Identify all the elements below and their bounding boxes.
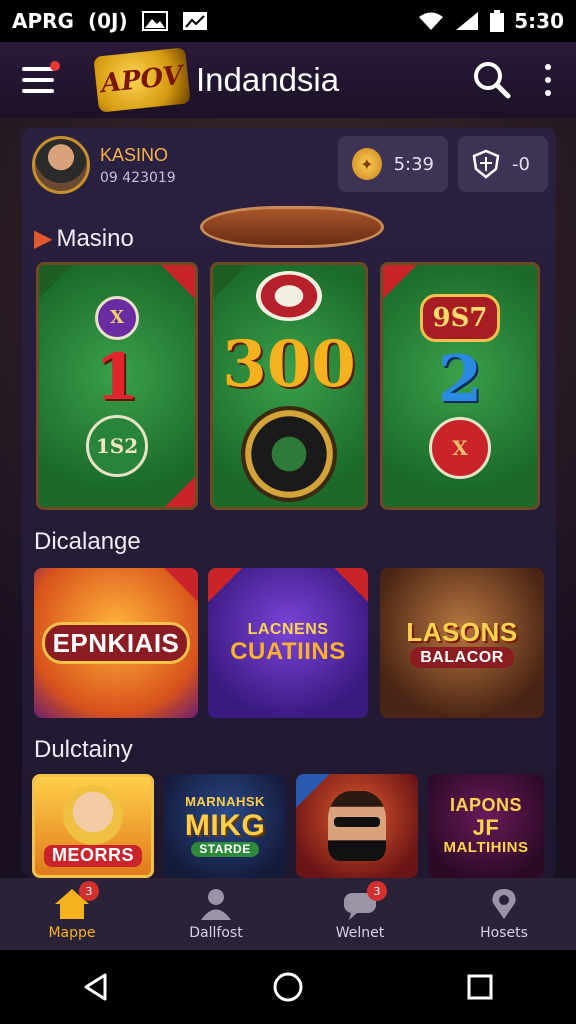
signal-icon (456, 12, 479, 30)
game-card-mikg[interactable]: MARNAHSK MIKG STARDE (164, 774, 286, 878)
card-title-line2: CUATIINS (230, 637, 346, 665)
game-card-table-2[interactable]: 9S7 2 X (380, 262, 540, 510)
character-portrait (63, 785, 123, 846)
nav-label: Dallfost (189, 925, 243, 941)
recents-icon (467, 974, 493, 1000)
table-plate: 9S7 (419, 293, 501, 342)
coin-icon: ✦ (352, 148, 382, 180)
card-title: MEORRS (43, 845, 142, 867)
user-profile[interactable]: KASINO 09 423019 (32, 136, 176, 194)
nav-label: Hosets (480, 925, 528, 941)
circle-home-icon (273, 972, 303, 1002)
shield-value: -0 (512, 153, 530, 175)
game-card-table-300[interactable]: 300 (210, 262, 368, 510)
app-title: Indandsia (196, 61, 340, 98)
game-card-meorrs[interactable]: MEORRS (32, 774, 154, 878)
clock: 5:30 (514, 9, 564, 33)
chip-label: 1S2 (86, 414, 148, 477)
section-title-dulctainy: Dulctainy (34, 736, 133, 763)
chip-stack (256, 270, 322, 321)
nav-item-welnet[interactable]: 3 Welnet (305, 881, 415, 941)
sunglasses-icon (334, 817, 380, 827)
nav-label: Mappe (48, 925, 96, 941)
shield-balance[interactable]: -0 (458, 136, 548, 192)
game-card-epnkiais[interactable]: EPNKIAIS (34, 568, 198, 718)
app-logo: APOV (93, 47, 191, 113)
character-portrait (328, 791, 386, 861)
app-header: APOV Indandsia (0, 42, 576, 118)
card-title-line2: MIKG (184, 809, 266, 843)
nav-badge: 3 (79, 881, 99, 901)
card-title-line3: STARDE (191, 842, 259, 858)
home-button[interactable] (268, 967, 308, 1007)
coin-balance[interactable]: ✦ 5:39 (338, 136, 448, 192)
profile-id: 09 423019 (100, 169, 176, 186)
status-indicator: (0J) (87, 9, 128, 33)
search-button[interactable] (472, 60, 512, 100)
game-card-maltihins[interactable]: IAPONS JF MALTIHINS (428, 774, 544, 878)
battery-icon (490, 10, 505, 32)
card-title-line2: JF (472, 814, 500, 840)
section-title-masino: ▶ Masino (34, 224, 134, 253)
nav-badge: 3 (367, 881, 387, 901)
user-icon (201, 889, 231, 920)
table-number: 2 (437, 341, 483, 417)
search-icon (474, 62, 511, 99)
game-card-table-1[interactable]: X 1 1S2 (36, 262, 198, 510)
avatar (32, 136, 90, 194)
section-title-dicalange: Dicalange (34, 528, 141, 555)
back-icon (84, 973, 107, 1001)
card-title-line1: IAPONS (449, 794, 522, 815)
chip-label: X (429, 416, 491, 479)
card-title-line1: MARNAHSK (185, 793, 265, 809)
menu-button[interactable] (22, 61, 60, 95)
image-icon (141, 11, 168, 31)
system-navigation (0, 950, 576, 1024)
table-rail-decoration (200, 206, 384, 248)
card-title-line1: LASONS (406, 616, 518, 647)
bottom-navigation: 3 Mappe Dallfost 3 Welnet Hosets (0, 878, 576, 950)
nav-label: Welnet (335, 925, 385, 941)
roulette-wheel (241, 405, 337, 502)
section-label: Masino (56, 225, 134, 252)
card-title: EPNKIAIS (41, 621, 191, 665)
chip-badge: X (95, 295, 139, 340)
game-card-agent[interactable] (296, 774, 418, 878)
back-button[interactable] (76, 967, 116, 1007)
nav-item-hosets[interactable]: Hosets (449, 887, 559, 941)
nav-item-home[interactable]: 3 Mappe (17, 881, 127, 941)
main-content: KASINO 09 423019 ✦ 5:39 -0 ▶ Masino X 1 1… (0, 118, 576, 878)
play-icon: ▶ (34, 225, 53, 252)
more-options-button[interactable] (542, 64, 554, 96)
game-card-cuatiins[interactable]: LACNENS CUATIINS (208, 568, 368, 718)
table-number: 1 (94, 339, 140, 415)
nav-item-dallfost[interactable]: Dallfost (161, 887, 271, 941)
game-card-lasons[interactable]: LASONS BALACOR (380, 568, 544, 718)
gallery-icon (182, 12, 207, 30)
profile-name: KASINO (100, 144, 169, 165)
wifi-icon (419, 12, 444, 30)
lobby-panel: KASINO 09 423019 ✦ 5:39 -0 ▶ Masino X 1 1… (22, 128, 556, 878)
status-bar: APRG (0J) 5:30 (0, 0, 576, 42)
location-icon (492, 889, 516, 919)
carrier-label: APRG (12, 9, 74, 33)
table-number: 300 (222, 326, 356, 402)
card-title-line3: MALTIHINS (443, 838, 529, 856)
coin-value: 5:39 (393, 153, 434, 175)
shield-icon (472, 149, 500, 179)
notification-dot (50, 61, 60, 71)
card-title-line2: BALACOR (410, 646, 514, 669)
recents-button[interactable] (460, 967, 500, 1007)
card-title-line1: LACNENS (247, 621, 329, 638)
